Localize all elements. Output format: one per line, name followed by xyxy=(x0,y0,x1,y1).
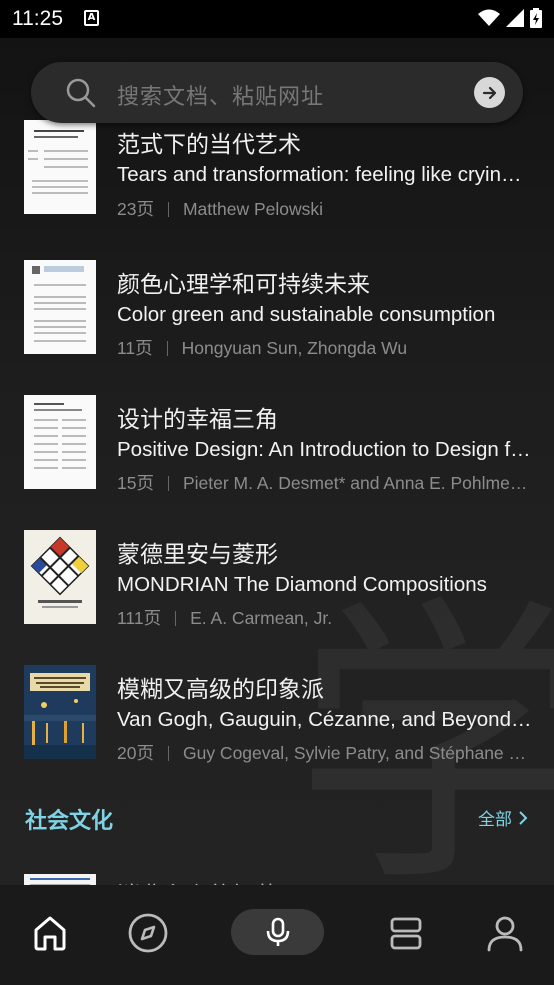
search-bar[interactable]: 搜索文档、粘贴网址 xyxy=(31,62,523,123)
battery-icon xyxy=(530,8,542,28)
mondrian-cover-art xyxy=(30,536,90,608)
document-meta: 23页 Matthew Pelowski xyxy=(117,196,532,221)
document-title-cn: 设计的幸福三角 xyxy=(117,407,278,433)
document-authors: Matthew Pelowski xyxy=(182,199,324,219)
mic-icon xyxy=(266,917,289,946)
document-title-cn: 颜色心理学和可持续未来 xyxy=(117,272,370,298)
document-meta: 20页 Guy Cogeval, Sylvie Patry, and Stépha… xyxy=(117,740,532,765)
document-title-en: MONDRIAN The Diamond Compositions xyxy=(117,573,487,596)
nav-library[interactable] xyxy=(380,907,432,959)
home-icon xyxy=(34,916,66,951)
go-button[interactable] xyxy=(474,77,505,108)
list-item[interactable]: 模糊又高级的印象派 Van Gogh, Gauguin, Cézanne, an… xyxy=(0,663,554,773)
document-thumbnail[interactable] xyxy=(24,665,96,759)
chevron-right-icon xyxy=(519,810,528,825)
document-title-en: Color green and sustainable consumption xyxy=(117,303,496,326)
page-count: 111页 xyxy=(117,608,162,628)
list-item[interactable]: 范式下的当代艺术 Tears and transformation: feeli… xyxy=(0,120,554,233)
nav-discover[interactable] xyxy=(122,907,174,959)
document-meta: 11页 Hongyuan Sun, Zhongda Wu xyxy=(117,335,532,360)
document-authors: Pieter M. A. Desmet* and Anna E. Pohlmey… xyxy=(182,473,532,493)
wifi-icon xyxy=(478,9,500,26)
section-title: 社会文化 xyxy=(25,809,114,834)
document-title-en: Tears and transformation: feeling like c… xyxy=(117,163,532,186)
page-count: 15页 xyxy=(117,473,154,493)
notification-a-icon: A xyxy=(84,10,99,26)
page-count: 20页 xyxy=(117,743,154,763)
document-thumbnail[interactable] xyxy=(24,395,96,489)
nav-home[interactable] xyxy=(24,907,76,959)
document-authors: E. A. Carmean, Jr. xyxy=(190,608,333,628)
section-all-label: 全部 xyxy=(478,810,512,830)
list-item[interactable]: 蒙德里安与菱形 MONDRIAN The Diamond Composition… xyxy=(0,528,554,638)
list-item[interactable]: 颜色心理学和可持续未来 Color green and sustainable … xyxy=(0,258,554,368)
document-meta: 111页 E. A. Carmean, Jr. xyxy=(117,605,532,630)
signal-icon xyxy=(506,9,524,27)
bottom-nav xyxy=(0,885,554,985)
voice-button[interactable] xyxy=(231,909,324,955)
document-thumbnail[interactable] xyxy=(24,120,96,214)
library-icon xyxy=(390,917,422,950)
page-count: 23页 xyxy=(117,199,154,219)
status-time: 11:25 xyxy=(12,7,63,30)
section-all-link[interactable]: 全部 xyxy=(478,805,528,830)
document-title-cn: 蒙德里安与菱形 xyxy=(117,542,278,568)
document-meta: 15页 Pieter M. A. Desmet* and Anna E. Pohl… xyxy=(117,470,532,495)
status-bar: 11:25 A xyxy=(0,0,554,38)
compass-icon xyxy=(128,913,168,953)
status-icons xyxy=(478,8,542,28)
document-title-en: Positive Design: An Introduction to Desi… xyxy=(117,438,532,461)
document-authors: Hongyuan Sun, Zhongda Wu xyxy=(181,338,408,358)
document-title-cn: 范式下的当代艺术 xyxy=(117,132,301,158)
document-thumbnail[interactable] xyxy=(24,530,96,624)
list-item[interactable]: 设计的幸福三角 Positive Design: An Introduction… xyxy=(0,393,554,503)
document-thumbnail[interactable] xyxy=(24,260,96,354)
document-title-en: Van Gogh, Gauguin, Cézanne, and Beyond: … xyxy=(117,708,532,731)
nav-profile[interactable] xyxy=(479,907,531,959)
arrow-right-icon xyxy=(482,86,496,99)
document-authors: Guy Cogeval, Sylvie Patry, and Stéphane … xyxy=(182,743,532,763)
page-count: 11页 xyxy=(117,338,153,358)
document-title-cn: 模糊又高级的印象派 xyxy=(117,677,324,703)
search-icon xyxy=(66,78,96,108)
starry-night-cover-art xyxy=(24,665,96,759)
profile-icon xyxy=(487,916,523,952)
search-input[interactable]: 搜索文档、粘贴网址 xyxy=(117,79,324,111)
